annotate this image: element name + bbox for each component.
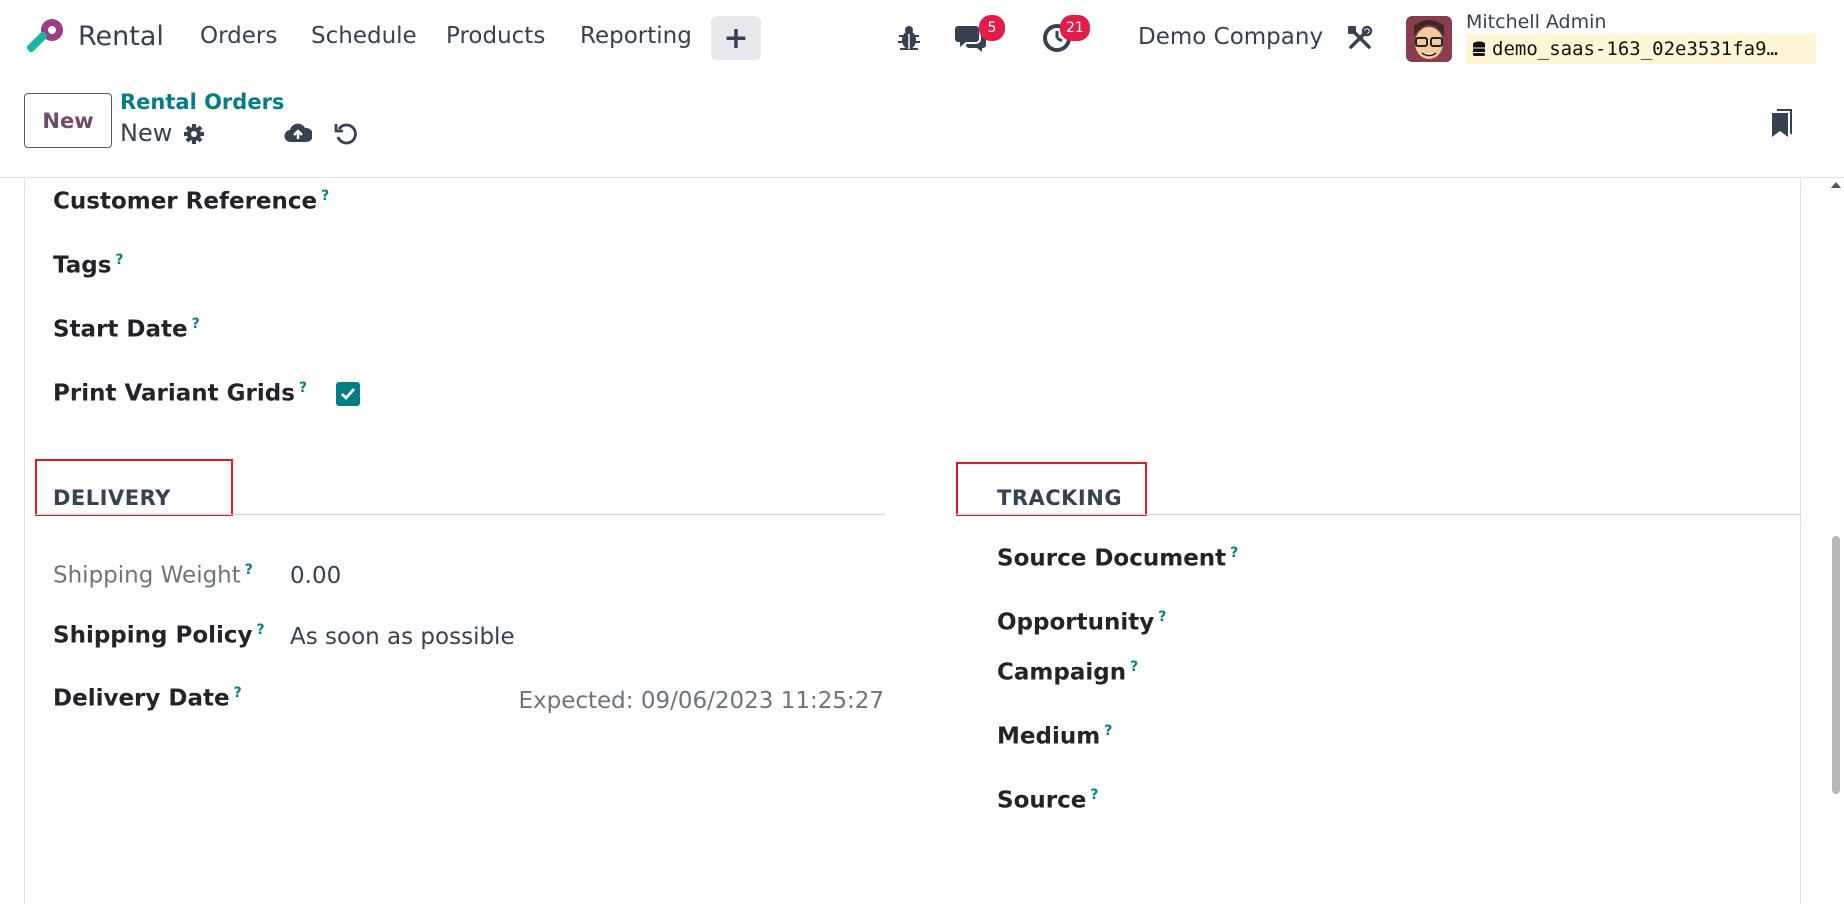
menu-reporting[interactable]: Reporting [580,23,692,49]
help-tooltip-icon[interactable]: ? [245,562,253,578]
help-tooltip-icon[interactable]: ? [299,380,307,396]
quick-create-button[interactable]: + [711,16,761,60]
breadcrumb-rental-orders[interactable]: Rental Orders [120,90,284,114]
campaign-label: Campaign? [997,659,1139,686]
new-record-button[interactable]: New [24,93,112,148]
tracking-separator [956,514,1801,515]
control-panel: New Rental Orders New [0,76,1844,178]
help-tooltip-icon[interactable]: ? [321,188,329,204]
help-tooltip-icon[interactable]: ? [1230,545,1238,561]
help-tooltip-icon[interactable]: ? [1104,723,1112,739]
medium-label: Medium? [997,723,1113,750]
print-variant-grids-label: Print Variant Grids? [53,380,308,407]
save-cloud-icon[interactable] [283,120,313,146]
database-icon [1473,41,1485,56]
delivery-date-expected[interactable]: Expected: 09/06/2023 11:25:27 [518,688,884,714]
tags-label: Tags? [53,252,124,279]
menu-orders[interactable]: Orders [200,23,277,49]
user-avatar[interactable] [1406,16,1452,62]
form-sheet [24,178,1801,904]
checkmark-icon [341,388,356,401]
shipping-weight-label: Shipping Weight? [53,562,253,589]
tracking-section-title: TRACKING [997,486,1123,510]
breadcrumb-current: New [120,119,173,147]
opportunity-label: Opportunity? [997,609,1167,636]
app-logo[interactable] [22,14,66,62]
menu-products[interactable]: Products [446,23,545,49]
debug-bug-icon[interactable] [895,23,923,53]
customer-reference-label: Customer Reference? [53,188,330,215]
delivery-separator [35,514,885,515]
activities-count-badge: 21 [1060,15,1090,41]
company-switcher[interactable]: Demo Company [1138,24,1323,50]
scrollbar-thumb[interactable] [1832,536,1840,794]
discard-undo-icon[interactable] [333,120,359,146]
delivery-date-label: Delivery Date? [53,685,242,712]
print-variant-grids-checkbox[interactable] [336,382,360,406]
help-tooltip-icon[interactable]: ? [1130,659,1138,675]
help-tooltip-icon[interactable]: ? [1090,787,1098,803]
rental-key-icon [26,19,63,53]
tools-icon[interactable] [1346,24,1374,52]
shipping-weight-value: 0.00 [290,563,342,589]
plus-icon: + [723,20,749,56]
help-tooltip-icon[interactable]: ? [1158,609,1166,625]
gear-icon[interactable] [182,122,206,146]
help-tooltip-icon[interactable]: ? [234,685,242,701]
help-tooltip-icon[interactable]: ? [257,622,265,638]
start-date-label: Start Date? [53,316,200,343]
shipping-policy-select[interactable]: As soon as possible [290,624,515,650]
page-scrollbar[interactable] [1828,178,1844,904]
source-label: Source? [997,787,1099,814]
help-tooltip-icon[interactable]: ? [115,252,123,268]
source-document-label: Source Document? [997,545,1239,572]
scroll-up-arrow-icon[interactable] [1831,182,1841,188]
delivery-section-title: DELIVERY [53,486,171,510]
help-tooltip-icon[interactable]: ? [192,316,200,332]
user-name[interactable]: Mitchell Admin [1466,11,1606,33]
main-navbar: Rental Orders Schedule Products Reportin… [0,0,1844,76]
app-name[interactable]: Rental [78,21,164,52]
shipping-policy-label: Shipping Policy? [53,622,265,649]
menu-schedule[interactable]: Schedule [311,23,417,49]
bookmark-icon[interactable] [1769,106,1795,140]
messages-count-badge: 5 [979,15,1005,41]
database-name: demo_saas-163_02e3531fa9… [1492,38,1778,60]
database-name-chip: demo_saas-163_02e3531fa9… [1466,34,1816,64]
